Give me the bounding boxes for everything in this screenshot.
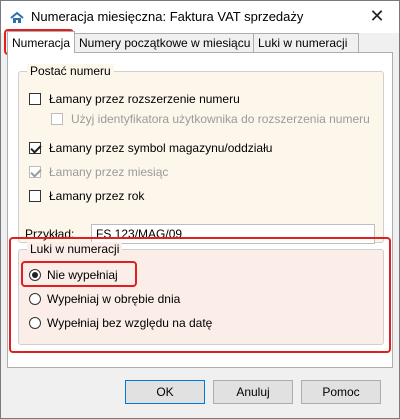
help-button[interactable]: Pomoc (301, 380, 381, 404)
checkbox-identyfikator (51, 113, 63, 125)
checkbox-miesiac (29, 166, 41, 178)
checkbox-row-miesiac: Łamany przez miesiąc (29, 165, 168, 179)
postac-numeru-legend: Postać numeru (27, 64, 114, 78)
checkbox-row-identyfikator: Użyj identyfikatora użytkownika do rozsz… (51, 112, 370, 126)
checkbox-row-rozszerzenie[interactable]: Łamany przez rozszerzenie numeru (29, 92, 240, 106)
checkbox-label: Łamany przez rok (49, 189, 145, 203)
app-icon (10, 11, 24, 23)
tab-bar: Numeracja Numery początkowe w miesiącu L… (4, 29, 397, 55)
checkbox-symbol-magazynu[interactable] (29, 142, 41, 154)
checkbox-label: Łamany przez symbol magazynu/oddziału (49, 141, 273, 155)
cancel-button[interactable]: Anuluj (213, 380, 293, 404)
ok-button[interactable]: OK (125, 380, 205, 404)
checkbox-label: Łamany przez miesiąc (49, 165, 169, 179)
close-icon[interactable]: ✕ (365, 5, 389, 27)
postac-numeru-group: Postać numeru Łamany przez rozszerzenie … (18, 64, 384, 244)
tab-luki-w-numeracji[interactable]: Luki w numeracji (253, 33, 359, 52)
checkbox-row-rok[interactable]: Łamany przez rok (29, 189, 144, 203)
tab-numeracja[interactable]: Numeracja (7, 31, 75, 53)
window-title: Numeracja miesięczna: Faktura VAT sprzed… (31, 9, 304, 24)
checkbox-rozszerzenie[interactable] (29, 93, 41, 105)
tab-panel: Postać numeru Łamany przez rozszerzenie … (7, 52, 393, 368)
checkbox-row-symbol-magazynu[interactable]: Łamany przez symbol magazynu/oddziału (29, 141, 272, 155)
checkbox-label: Użyj identyfikatora użytkownika do rozsz… (71, 112, 370, 126)
highlight-nie-wypelniaj-box (21, 261, 137, 287)
highlight-luki-box (9, 237, 391, 353)
tab-numery-poczatkowe[interactable]: Numery początkowe w miesiącu (74, 33, 254, 52)
checkbox-label: Łamany przez rozszerzenie numeru (49, 92, 240, 106)
checkbox-rok[interactable] (29, 190, 41, 202)
dialog-window: Numeracja miesięczna: Faktura VAT sprzed… (0, 0, 400, 419)
